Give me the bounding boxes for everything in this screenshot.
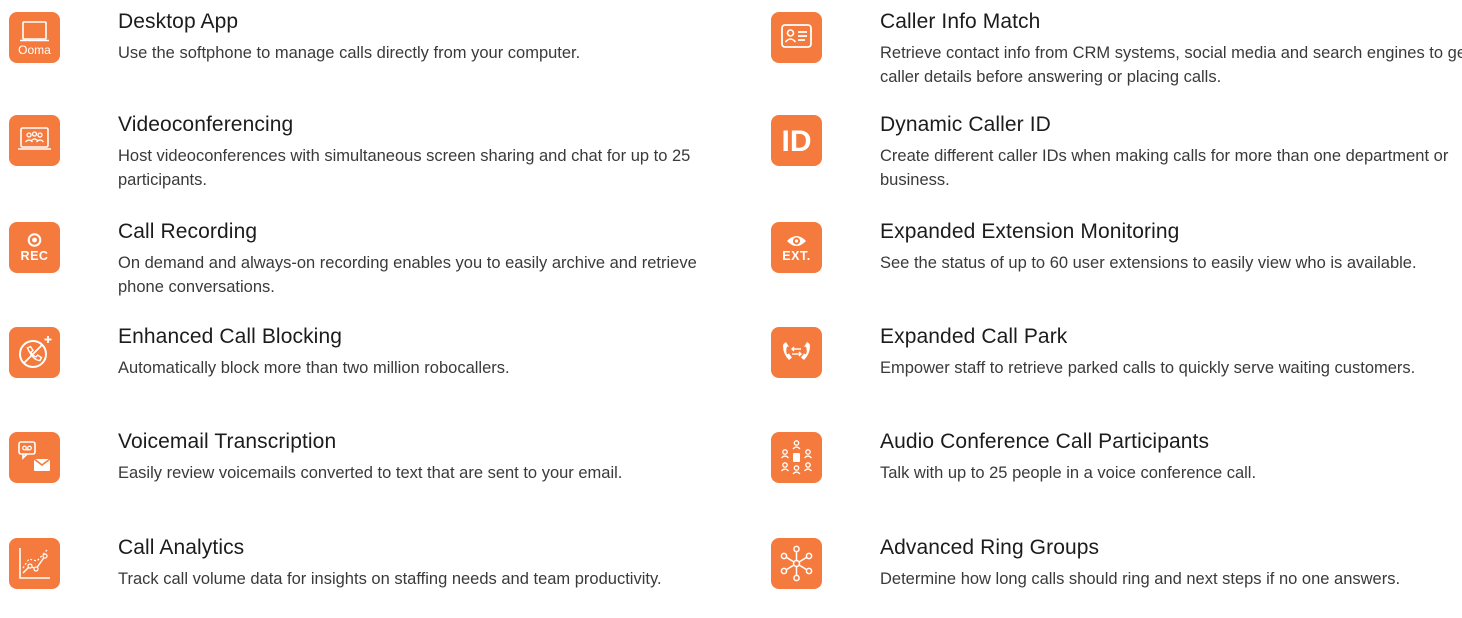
feature-enhanced-call-blocking: Enhanced Call Blocking Automatically blo… — [9, 325, 649, 407]
contact-card-icon — [771, 12, 822, 63]
laptop-icon: Ooma — [9, 12, 60, 63]
feature-description: Easily review voicemails converted to te… — [118, 464, 623, 482]
video-people-icon — [9, 115, 60, 166]
analytics-chart-icon — [9, 538, 60, 589]
ring-group-icon — [771, 538, 822, 589]
feature-description: Use the softphone to manage calls direct… — [118, 44, 581, 62]
laptop-icon-label: Ooma — [18, 43, 51, 57]
feature-videoconferencing: Videoconferencing Host videoconferences … — [9, 113, 690, 195]
feature-title: Dynamic Caller ID — [880, 113, 1051, 136]
feature-title: Advanced Ring Groups — [880, 536, 1100, 559]
feature-expanded-call-park: Expanded Call Park Empower staff to retr… — [771, 325, 1415, 407]
feature-description: Create different caller IDs when making … — [880, 147, 1449, 189]
feature-description: Automatically block more than two millio… — [118, 359, 510, 377]
blocked-phone-icon — [9, 327, 60, 378]
feature-title: Expanded Extension Monitoring — [880, 220, 1180, 243]
feature-dynamic-caller-id: ID Dynamic Caller ID Create different ca… — [771, 113, 1448, 195]
id-icon-label: ID — [782, 125, 812, 158]
feature-call-recording: REC Call Recording On demand and always-… — [9, 220, 697, 302]
feature-description: On demand and always-on recording enable… — [118, 254, 697, 296]
feature-title: Call Recording — [118, 220, 258, 243]
feature-title: Call Analytics — [118, 536, 245, 559]
feature-call-analytics: Call Analytics Track call volume data fo… — [9, 536, 662, 618]
feature-description: Empower staff to retrieve parked calls t… — [880, 359, 1416, 377]
feature-description: Host videoconferences with simultaneous … — [118, 147, 691, 189]
id-icon: ID — [771, 115, 822, 166]
feature-voicemail-transcription: Voicemail Transcription Easily review vo… — [9, 430, 649, 512]
feature-title: Caller Info Match — [880, 10, 1041, 33]
feature-description: See the status of up to 60 user extensio… — [880, 254, 1417, 272]
feature-title: Audio Conference Call Participants — [880, 430, 1210, 453]
feature-desktop-app: Ooma Desktop App Use the softphone to ma… — [9, 10, 649, 92]
feature-advanced-ring-groups: Advanced Ring Groups Determine how long … — [771, 536, 1411, 618]
feature-title: Enhanced Call Blocking — [118, 325, 343, 348]
feature-title: Videoconferencing — [118, 113, 294, 136]
feature-audio-conference-call-participants: Audio Conference Call Participants Talk … — [771, 430, 1411, 512]
feature-caller-info-match: Caller Info Match Retrieve contact info … — [771, 10, 1462, 92]
voicemail-email-icon — [9, 432, 60, 483]
feature-description: Talk with up to 25 people in a voice con… — [880, 464, 1257, 482]
record-icon-label: REC — [21, 249, 49, 263]
feature-title: Voicemail Transcription — [118, 430, 337, 453]
feature-expanded-extension-monitoring: EXT. Expanded Extension Monitoring See t… — [771, 220, 1417, 302]
eye-extension-icon-label: EXT. — [782, 249, 810, 263]
call-park-icon — [771, 327, 822, 378]
feature-title: Desktop App — [118, 10, 239, 33]
feature-description: Determine how long calls should ring and… — [880, 570, 1401, 588]
conference-participants-icon — [771, 432, 822, 483]
record-icon: REC — [9, 222, 60, 273]
feature-description: Retrieve contact info from CRM systems, … — [880, 44, 1462, 86]
feature-description: Track call volume data for insights on s… — [118, 570, 662, 588]
feature-title: Expanded Call Park — [880, 325, 1068, 348]
eye-extension-icon: EXT. — [771, 222, 822, 273]
